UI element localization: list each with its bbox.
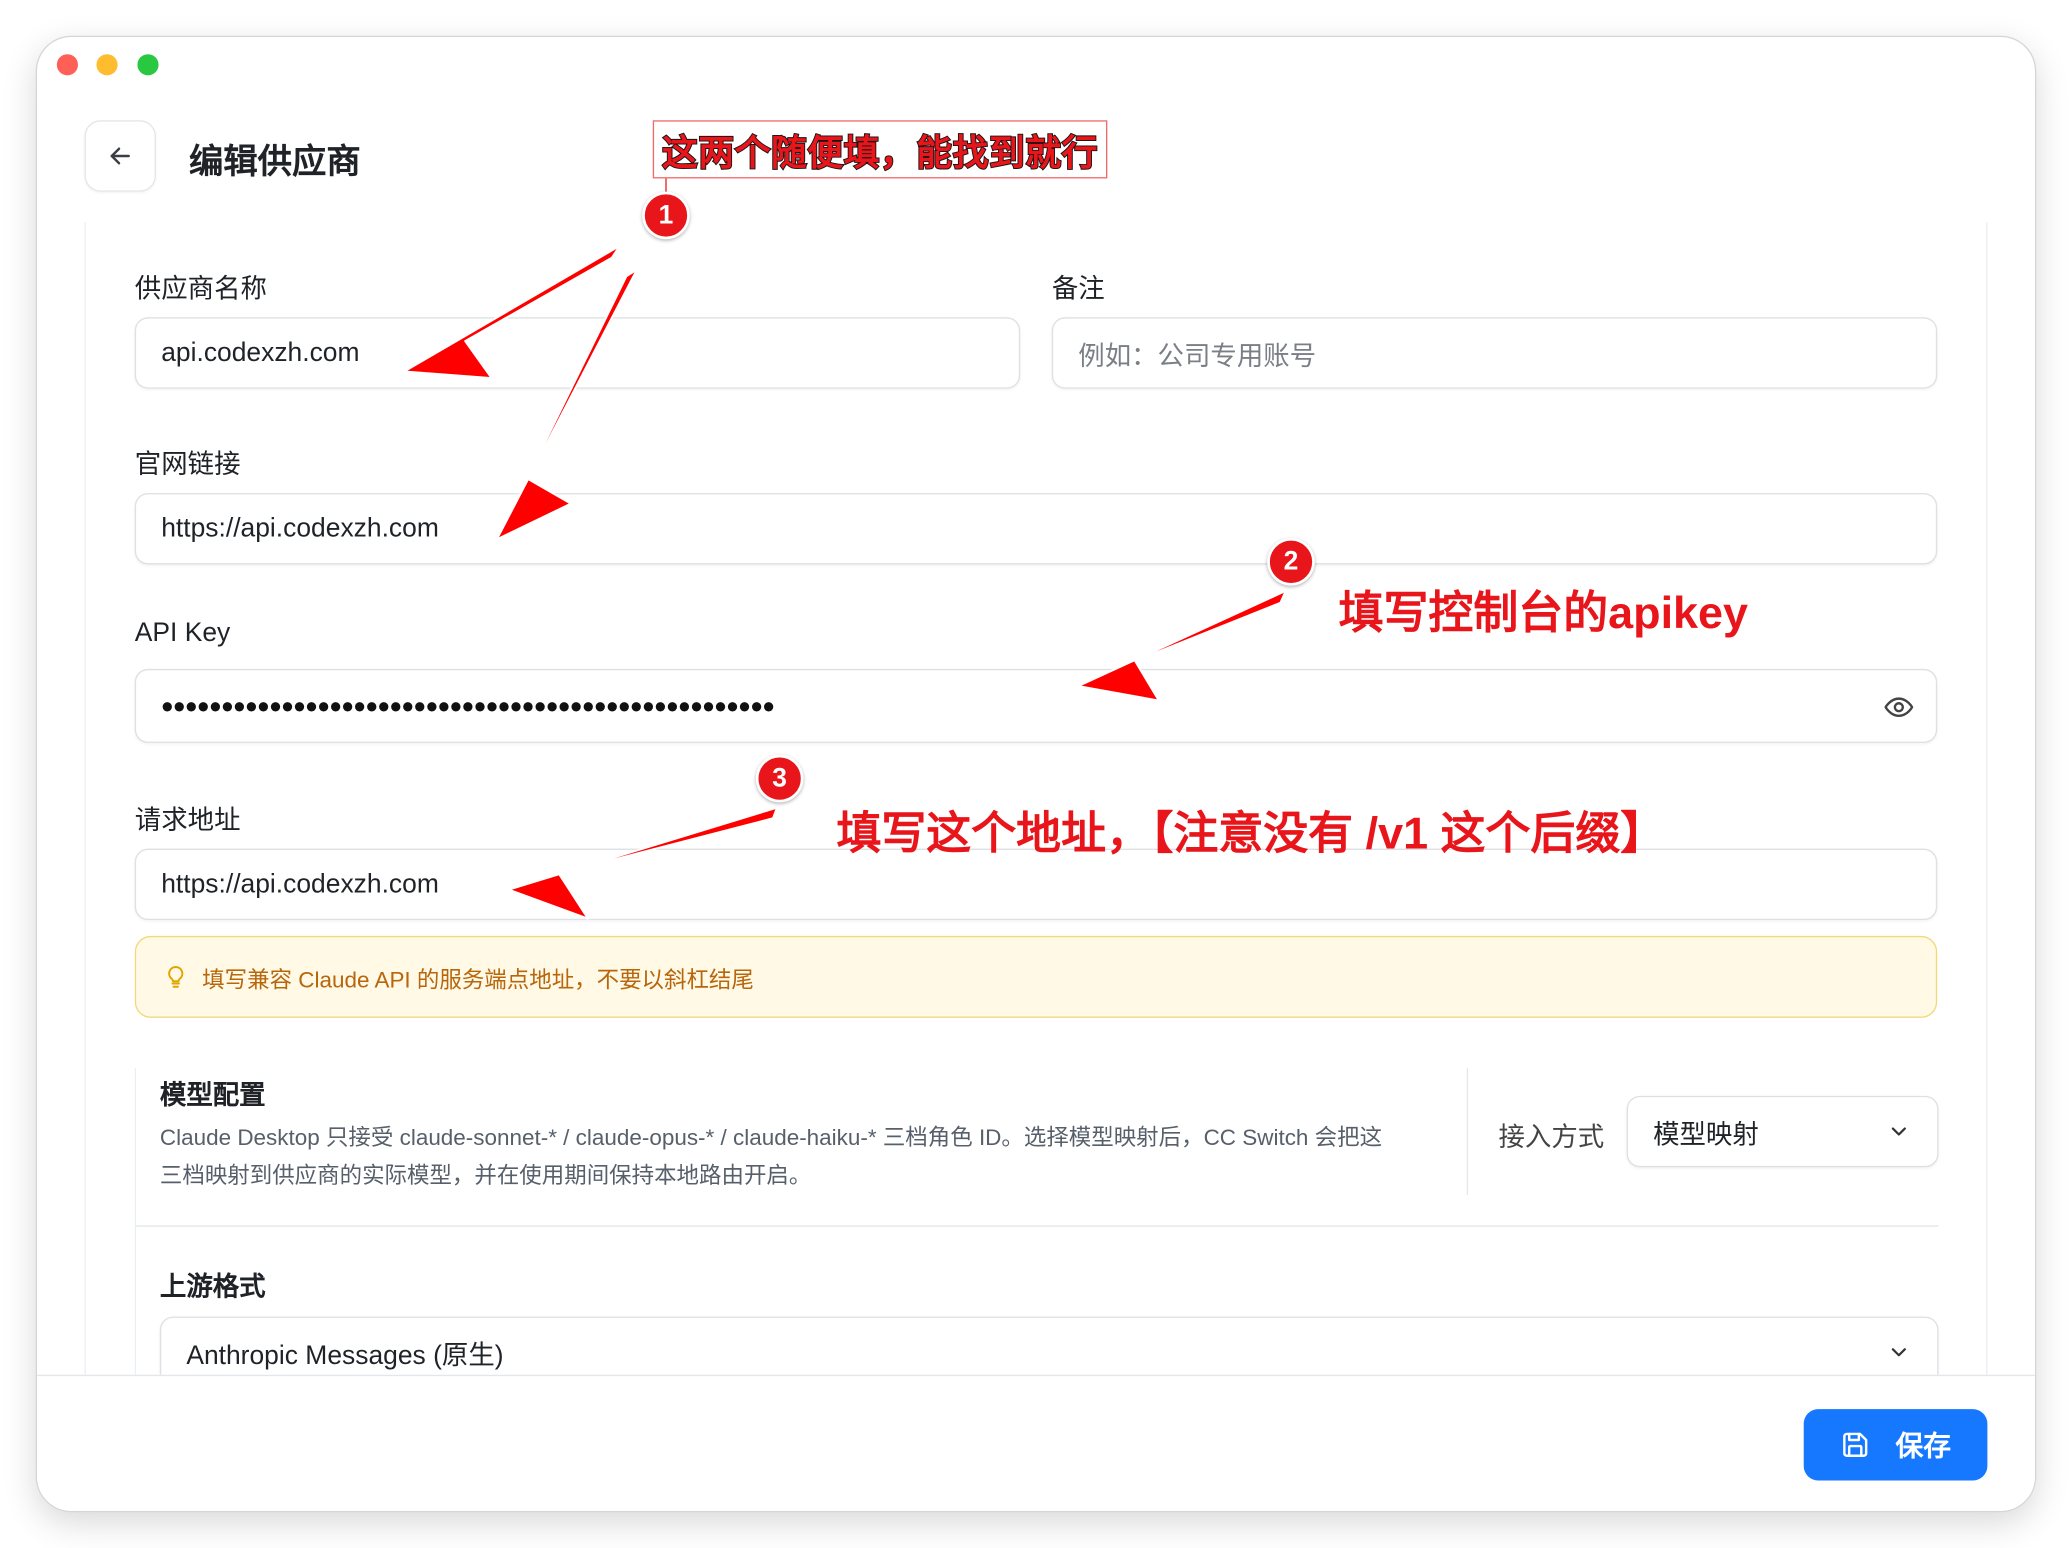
upstream-format-select[interactable]: Anthropic Messages (原生)	[159, 1316, 1939, 1375]
access-mode-label: 接入方式	[1498, 1123, 1605, 1153]
notes-placeholder: 例如：公司专用账号	[1078, 341, 1317, 371]
chevron-down-icon	[1891, 1127, 1906, 1136]
provider-name-value: api.codexzh.com	[161, 337, 360, 367]
upstream-format-value: Anthropic Messages (原生)	[186, 1341, 504, 1371]
website-label: 官网链接	[134, 450, 241, 480]
horizontal-divider	[136, 1225, 1939, 1227]
save-label: 保存	[1895, 1431, 1952, 1463]
section-divider	[1466, 1068, 1469, 1195]
upstream-format-label: 上游格式	[159, 1272, 266, 1303]
annotation-badge-1: 1	[642, 191, 690, 240]
save-button[interactable]: 保存	[1803, 1409, 1988, 1481]
stage: 编辑供应商 供应商名称 api.codexzh.com 备注 例如：公司专用账号…	[0, 0, 2072, 1548]
apikey-input[interactable]: ••••••••••••••••••••••••••••••••••••••••…	[134, 668, 1938, 743]
annotation-note-2: 填写控制台的apikey	[1338, 588, 1749, 639]
endpoint-value: https://api.codexzh.com	[161, 869, 439, 899]
annotation-box-text: 这两个随便填，能找到就行	[661, 132, 1099, 174]
eye-icon[interactable]	[1883, 691, 1915, 723]
zoom-window-button[interactable]	[137, 54, 159, 76]
website-value: https://api.codexzh.com	[161, 513, 439, 543]
endpoint-hint-text: 填写兼容 Claude API 的服务端点地址，不要以斜杠结尾	[202, 966, 754, 993]
website-input[interactable]: https://api.codexzh.com	[134, 493, 1938, 565]
chevron-down-icon	[1891, 1348, 1906, 1357]
provider-name-input[interactable]: api.codexzh.com	[134, 317, 1021, 389]
footer-bar: 保存	[36, 1374, 2035, 1511]
model-config-section: 模型配置 Claude Desktop 只接受 claude-sonnet-* …	[134, 1068, 1939, 1375]
access-mode-value: 模型映射	[1653, 1120, 1759, 1150]
access-mode-select[interactable]: 模型映射	[1626, 1095, 1939, 1168]
close-window-button[interactable]	[56, 54, 78, 76]
page-title: 编辑供应商	[188, 141, 361, 182]
apikey-masked-value: ••••••••••••••••••••••••••••••••••••••••…	[161, 685, 775, 726]
provider-name-label: 供应商名称	[134, 274, 267, 305]
endpoint-label: 请求地址	[134, 806, 241, 836]
back-button[interactable]	[84, 120, 156, 192]
lightbulb-icon	[168, 965, 184, 988]
annotation-box: 这两个随便填，能找到就行	[652, 120, 1108, 179]
app-window: 编辑供应商 供应商名称 api.codexzh.com 备注 例如：公司专用账号…	[36, 37, 2035, 1511]
model-config-title: 模型配置	[159, 1081, 266, 1111]
save-icon	[1842, 1432, 1867, 1457]
apikey-label: API Key	[134, 618, 231, 648]
notes-input[interactable]: 例如：公司专用账号	[1051, 317, 1938, 389]
minimize-window-button[interactable]	[96, 54, 118, 76]
model-config-description: Claude Desktop 只接受 claude-sonnet-* / cla…	[159, 1124, 1383, 1189]
endpoint-hint: 填写兼容 Claude API 的服务端点地址，不要以斜杠结尾	[134, 935, 1938, 1018]
annotation-note-3: 填写这个地址，【注意没有 /v1 这个后缀】	[836, 809, 1666, 860]
annotation-badge-2: 2	[1267, 538, 1315, 586]
annotation-badge-3: 3	[755, 754, 804, 803]
arrow-left-icon	[110, 147, 130, 165]
notes-label: 备注	[1051, 274, 1105, 305]
